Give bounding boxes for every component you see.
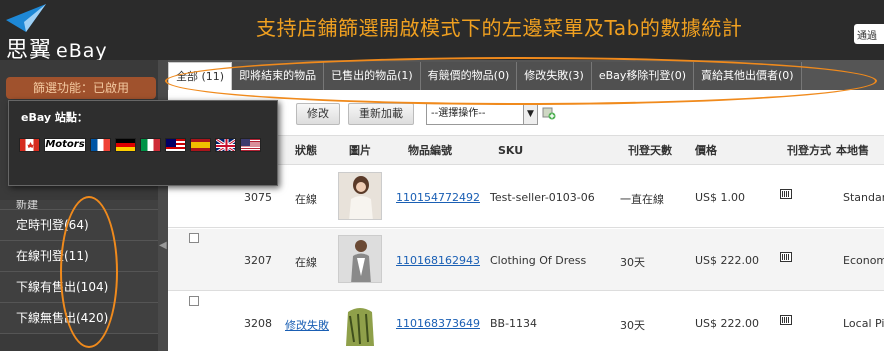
col-days[interactable]: 刊登天數 — [628, 136, 672, 166]
malaysia-flag-icon[interactable] — [165, 138, 186, 152]
promo-heading: 支持店鋪篩選開啟模式下的左邊菜單及Tab的數據統計 — [256, 16, 743, 40]
fixed-price-icon — [780, 189, 792, 199]
collapse-arrow-icon[interactable]: ◀ — [159, 240, 167, 262]
row-sku: Test-seller-0103-06 — [490, 191, 595, 204]
sidebar-item-offline-sold[interactable]: 下線有售出(104) — [0, 272, 158, 303]
paper-plane-icon — [6, 4, 46, 32]
tab-ending-soon[interactable]: 即將結束的物品 — [232, 62, 325, 90]
col-price[interactable]: 價格 — [695, 136, 717, 166]
filter-status-button[interactable]: 篩選功能：已啟用 — [6, 77, 156, 99]
reload-button[interactable]: 重新加載 — [348, 103, 414, 125]
sidebar-item-new[interactable]: 新建 — [0, 200, 158, 210]
row-checkbox[interactable] — [189, 233, 199, 243]
row-id: 3207 — [244, 254, 272, 267]
row-sku: Clothing Of Dress — [490, 254, 587, 267]
add-settings-icon[interactable] — [542, 106, 556, 120]
uk-flag-icon[interactable] — [215, 138, 236, 152]
sidebar-item-online[interactable]: 在線刊登(11) — [0, 241, 158, 272]
row-sku: BB-1134 — [490, 317, 538, 330]
canada-flag-icon[interactable] — [19, 138, 40, 152]
tab-sold[interactable]: 已售出的物品(1) — [324, 62, 421, 90]
motors-logo-icon[interactable]: Motors — [44, 138, 86, 152]
action-select-value: --選擇操作-- — [431, 108, 486, 119]
col-sku[interactable]: SKU — [498, 136, 523, 166]
col-image[interactable]: 圖片 — [349, 136, 371, 166]
row-status: 在線 — [295, 193, 317, 206]
row-shipping: Local Pi — [843, 317, 884, 330]
col-local[interactable]: 本地售 — [836, 136, 869, 166]
tab-all[interactable]: 全部 (11) — [168, 62, 233, 90]
tab-bar: 全部 (11) 即將結束的物品 已售出的物品(1) 有競價的物品(0) 修改失敗… — [168, 60, 884, 90]
edit-button[interactable]: 修改 — [296, 103, 340, 125]
row-price: US$ 1.00 — [695, 191, 746, 204]
product-thumbnail[interactable] — [338, 172, 382, 220]
col-item-no[interactable]: 物品編號 — [408, 136, 452, 166]
italy-flag-icon[interactable] — [140, 138, 161, 152]
site-flags: Motors — [19, 138, 261, 152]
product-thumbnail[interactable] — [338, 235, 382, 283]
sidebar-menu: 新建 定時刊登(64) 在線刊登(11) 下線有售出(104) 下線無售出(42… — [0, 200, 158, 334]
brand-suffix: eBay — [56, 40, 108, 62]
action-select[interactable]: --選擇操作-- ▼ — [426, 103, 538, 125]
tab-with-bids[interactable]: 有競價的物品(0) — [420, 62, 518, 90]
ebay-site-popup: eBay 站點： Motors — [8, 100, 278, 186]
notice-box[interactable]: 通過 — [854, 24, 884, 44]
row-id: 3208 — [244, 317, 272, 330]
tab-ebay-removed[interactable]: eBay移除刊登(0) — [591, 62, 695, 90]
row-status-link[interactable]: 修改失敗 — [285, 317, 329, 333]
tab-edit-failed[interactable]: 修改失敗(3) — [517, 62, 592, 90]
col-listing-type[interactable]: 刊登方式 — [787, 136, 831, 166]
logo: 思翼 eBay — [4, 2, 154, 63]
row-days: 30天 — [620, 319, 645, 332]
row-days: 一直在線 — [620, 193, 664, 206]
item-number-link[interactable]: 110168373649 — [396, 317, 480, 330]
usa-flag-icon[interactable] — [240, 138, 261, 152]
tab-second-chance[interactable]: 賣給其他出價者(0) — [694, 62, 802, 90]
table-row[interactable]: 3207 在線 110168162943 Clothing Of Dress 3… — [168, 229, 884, 291]
item-number-link[interactable]: 110168162943 — [396, 254, 480, 267]
germany-flag-icon[interactable] — [115, 138, 136, 152]
product-thumbnail[interactable] — [338, 298, 382, 346]
sidebar-item-offline-unsold[interactable]: 下線無售出(420) — [0, 303, 158, 334]
row-shipping: Standar — [843, 191, 884, 204]
row-days: 30天 — [620, 256, 645, 269]
row-shipping: Econom — [843, 254, 884, 267]
top-banner: 思翼 eBay 支持店鋪篩選開啟模式下的左邊菜單及Tab的數據統計 通過 — [0, 0, 884, 63]
col-status[interactable]: 狀態 — [295, 136, 317, 166]
site-popup-title: eBay 站點： — [21, 111, 88, 124]
row-price: US$ 222.00 — [695, 254, 760, 267]
item-number-link[interactable]: 110154772492 — [396, 191, 480, 204]
row-status: 在線 — [295, 256, 317, 269]
fixed-price-icon — [780, 315, 792, 325]
chevron-down-icon[interactable]: ▼ — [523, 104, 537, 124]
fixed-price-icon — [780, 252, 792, 262]
row-price: US$ 222.00 — [695, 317, 760, 330]
sidebar-item-scheduled[interactable]: 定時刊登(64) — [0, 210, 158, 241]
france-flag-icon[interactable] — [90, 138, 111, 152]
spain-flag-icon[interactable] — [190, 138, 211, 152]
row-id: 3075 — [244, 191, 272, 204]
table-row[interactable]: 3208 修改失敗 110168373649 BB-1134 30天 US$ 2… — [168, 292, 884, 351]
row-checkbox[interactable] — [189, 296, 199, 306]
